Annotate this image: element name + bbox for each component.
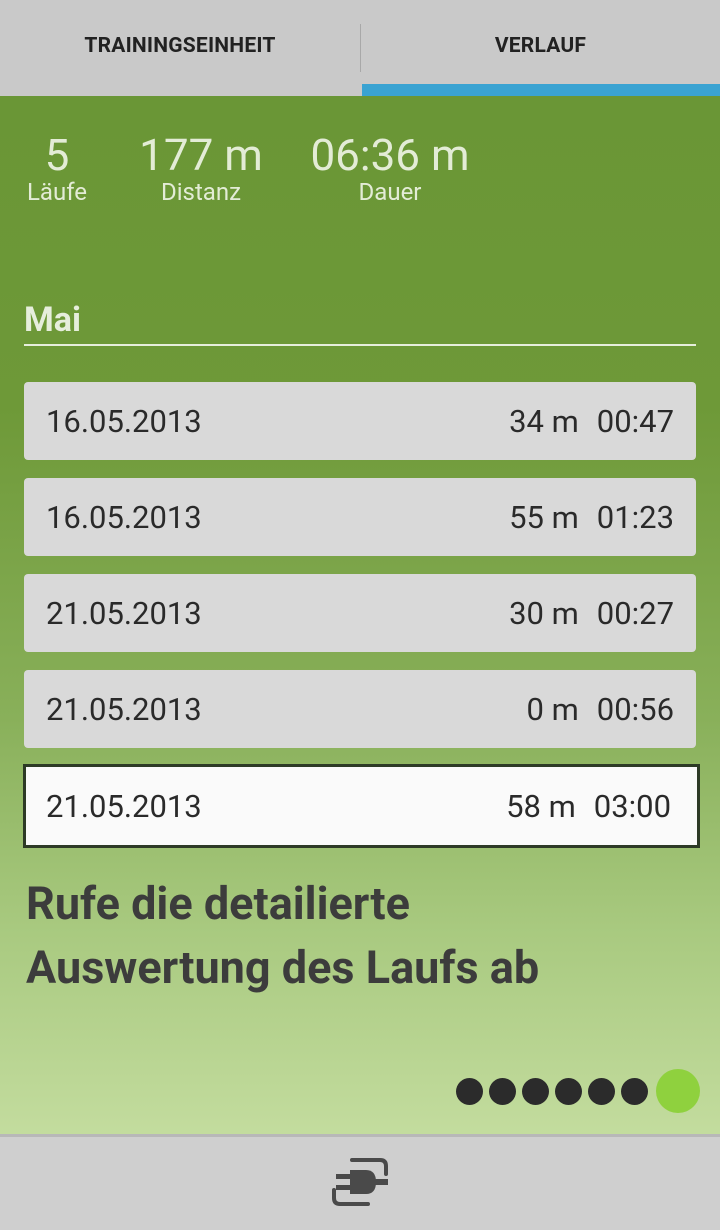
tab-history[interactable]: VERLAUF (361, 0, 720, 96)
tab-training-label: TRAININGSEINHEIT (84, 34, 276, 58)
tutorial-hint: Rufe die detailierte Auswertung des Lauf… (26, 872, 686, 1000)
page-dot-active[interactable] (656, 1069, 700, 1113)
stat-runs-label: Läufe (27, 178, 87, 206)
active-tab-indicator (362, 84, 720, 96)
run-row[interactable]: 16.05.2013 55 m 01:23 (24, 478, 696, 556)
tab-training[interactable]: TRAININGSEINHEIT (0, 0, 360, 96)
tab-bar: TRAININGSEINHEIT VERLAUF (0, 0, 720, 97)
run-distance: 30 m (509, 594, 579, 632)
run-row[interactable]: 16.05.2013 34 m 00:47 (24, 382, 696, 460)
tutorial-hint-line1: Rufe die detailierte (26, 877, 410, 930)
page-dot[interactable] (588, 1077, 615, 1105)
run-time: 01:23 (596, 498, 674, 536)
page-dot[interactable] (621, 1077, 648, 1105)
run-date: 16.05.2013 (46, 402, 202, 440)
stat-duration-label: Dauer (358, 178, 422, 206)
run-date: 21.05.2013 (46, 594, 202, 632)
stat-distance: 177 m Distanz (130, 132, 272, 206)
stat-duration: 06:36 m Dauer (305, 132, 475, 206)
bottom-bar (0, 1134, 720, 1230)
run-date: 16.05.2013 (46, 498, 202, 536)
tab-history-label: VERLAUF (494, 34, 587, 58)
run-distance: 0 m (526, 690, 579, 728)
stat-runs: 5 Läufe (22, 132, 92, 206)
page-indicator (456, 1066, 700, 1116)
run-time: 00:56 (596, 690, 674, 728)
page-dot[interactable] (456, 1077, 483, 1105)
stat-duration-value: 06:36 m (310, 129, 470, 181)
run-date: 21.05.2013 (46, 690, 202, 728)
run-row[interactable]: 21.05.2013 30 m 00:27 (24, 574, 696, 652)
history-panel: 5 Läufe 177 m Distanz 06:36 m Dauer Mai … (0, 96, 720, 1134)
page-dot[interactable] (489, 1077, 516, 1105)
run-time: 00:27 (596, 594, 674, 632)
run-distance: 58 m (506, 787, 576, 825)
plug-connect-icon[interactable] (328, 1152, 392, 1216)
page-dot[interactable] (522, 1077, 549, 1105)
stat-runs-value: 5 (44, 129, 70, 181)
run-row[interactable]: 21.05.2013 0 m 00:56 (24, 670, 696, 748)
page-dot[interactable] (555, 1077, 582, 1105)
run-distance: 55 m (509, 498, 579, 536)
run-time: 03:00 (593, 787, 671, 825)
month-header: Mai (24, 300, 696, 346)
run-row-selected[interactable]: 21.05.2013 58 m 03:00 (23, 764, 700, 848)
tutorial-hint-line2: Auswertung des Laufs ab (26, 941, 540, 994)
run-time: 00:47 (596, 402, 674, 440)
run-date: 21.05.2013 (46, 787, 202, 825)
run-distance: 34 m (509, 402, 579, 440)
stat-distance-label: Distanz (160, 178, 242, 206)
stat-distance-value: 177 m (139, 129, 263, 181)
